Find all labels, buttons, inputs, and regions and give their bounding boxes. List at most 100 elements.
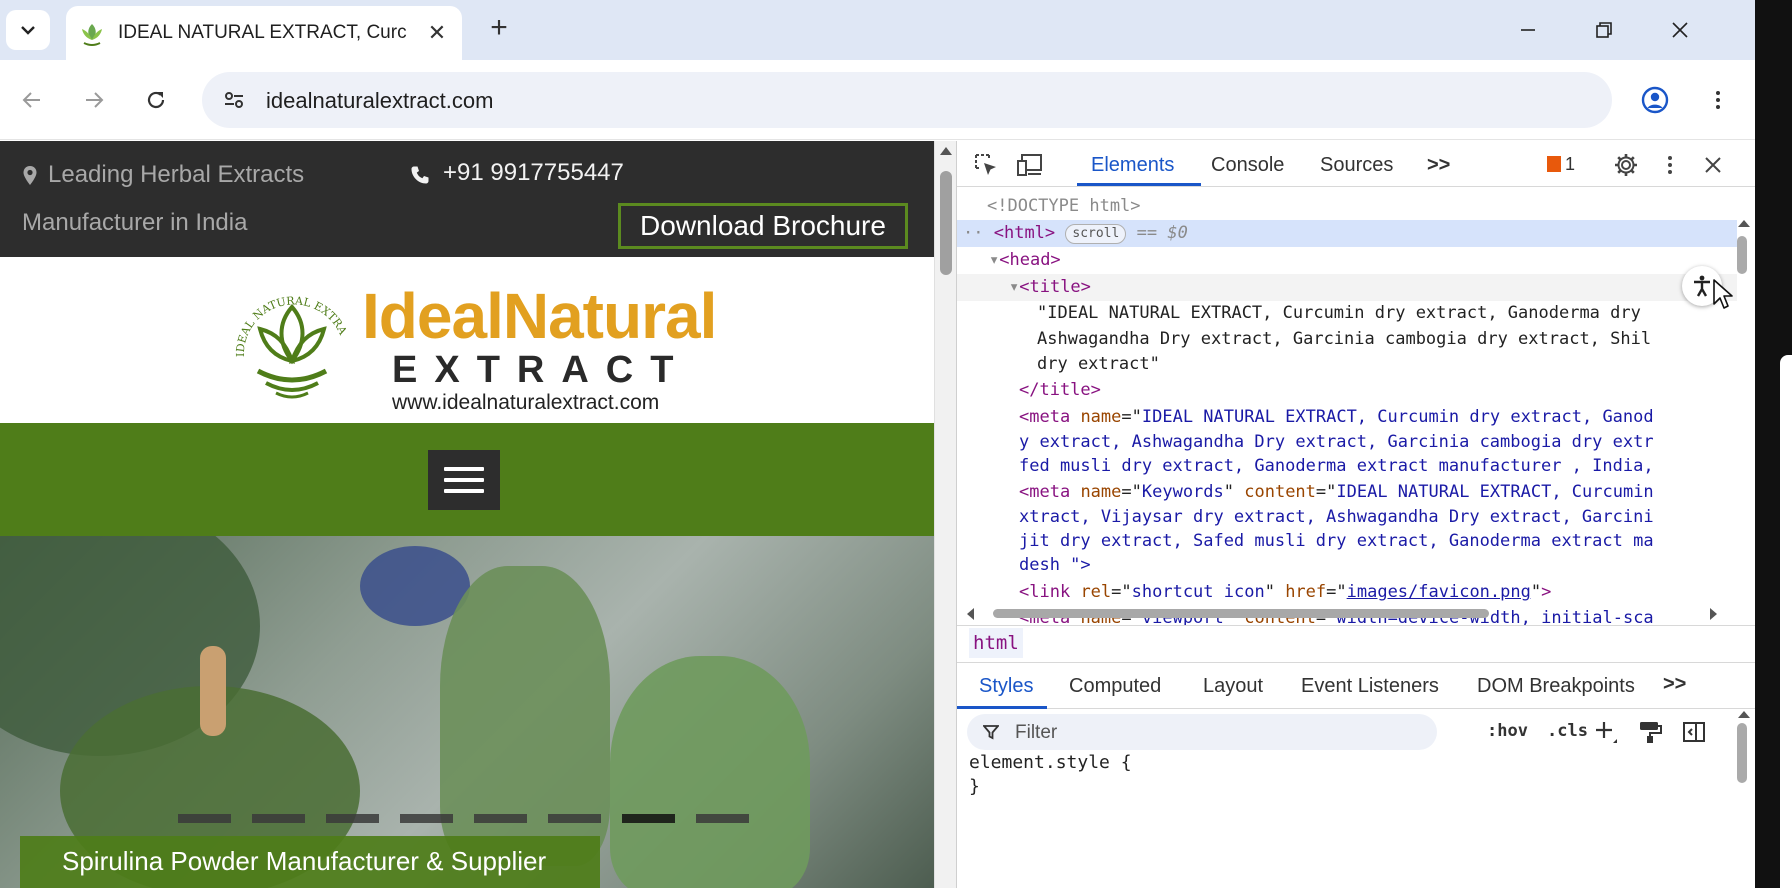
slider-dot[interactable] [548,814,601,823]
tune-icon [225,92,243,108]
browser-tab-active[interactable]: IDEAL NATURAL EXTRACT, Curc ✕ [66,6,462,60]
profile-button[interactable] [1635,80,1675,120]
slider-dot[interactable] [178,814,231,823]
dom-doctype[interactable]: <!DOCTYPE html> [957,193,1737,220]
menu-toggle-button[interactable] [428,450,500,510]
close-icon [1672,22,1688,38]
device-toolbar-button[interactable] [1015,150,1045,180]
dom-attr-value[interactable]: y extract, Ashwagandha Dry extract, Garc… [957,429,1737,456]
site-logo-area[interactable]: IDEAL NATURAL EXTRACT IdealNatural EXTRA… [0,257,934,423]
tab-event-listeners[interactable]: Event Listeners [1301,675,1439,698]
issues-count: 1 [1565,154,1576,174]
devtools-menu-button[interactable] [1655,150,1685,180]
dom-title-text[interactable]: dry extract" [957,351,1737,378]
dom-title-text[interactable]: "IDEAL NATURAL EXTRACT, Curcumin dry ext… [957,300,1737,327]
download-brochure-button[interactable]: Download Brochure [618,203,908,249]
dom-scroll-up-icon[interactable] [1737,218,1751,228]
url-text[interactable]: idealnaturalextract.com [266,88,493,114]
scroll-right-icon[interactable] [1709,607,1719,621]
more-tabs-button[interactable]: >> [1663,673,1686,696]
dom-attr-value: shortcut icon [1131,582,1265,602]
reload-button[interactable] [136,80,176,120]
hero-caption-bar: Spirulina Powder Manufacturer & Supplier [20,836,600,888]
slider-dot[interactable] [252,814,305,823]
toggle-hover-state-button[interactable]: :hov [1487,721,1528,741]
close-devtools-button[interactable] [1698,150,1728,180]
paint-roller-icon[interactable] [1637,719,1663,745]
tab-styles[interactable]: Styles [979,675,1033,698]
styles-filter-input[interactable]: Filter [967,714,1437,750]
styles-scroll-up-icon[interactable] [1737,709,1751,719]
new-tab-button[interactable]: + [480,10,518,48]
slider-dot[interactable] [326,814,379,823]
scroll-up-arrow[interactable] [940,147,952,155]
slider-dot[interactable] [474,814,527,823]
site-info-button[interactable] [216,82,252,118]
element-style-rule[interactable]: element.style { [969,752,1132,773]
restore-button[interactable] [1584,12,1624,48]
devtools-settings-button[interactable] [1611,150,1641,180]
reload-icon [147,91,165,109]
scroll-left-icon[interactable] [965,607,975,621]
dom-meta-name-node[interactable]: <meta name="IDEAL NATURAL EXTRACT, Curcu… [957,404,1737,431]
address-bar[interactable]: idealnaturalextract.com [202,72,1612,128]
dom-attr-value[interactable]: jit dry extract, Safed musli dry extract… [957,528,1737,555]
dom-attr-value: Keywords [1141,482,1224,502]
dom-eq: =" [1121,407,1142,427]
slider-dot[interactable] [696,814,749,823]
new-style-rule-icon[interactable] [1593,719,1619,745]
tab-sources[interactable]: Sources [1320,154,1393,177]
tab-search-button[interactable] [6,10,50,50]
dom-html-node[interactable]: ·· <html> scroll == $0 [957,220,1737,247]
toggle-classes-button[interactable]: .cls [1547,721,1588,741]
phone-number[interactable]: +91 9917755447 [443,159,624,187]
adjacent-window-edge [1780,355,1792,888]
dom-vertical-scroll-thumb[interactable] [1737,236,1747,274]
breadcrumb-html[interactable]: html [969,628,1023,658]
logo-subtitle: EXTRACT [392,349,691,391]
hero-slider[interactable]: Spirulina Powder Manufacturer & Supplier [0,536,934,888]
toggle-sidebar-icon[interactable] [1681,719,1707,745]
styles-scroll-thumb[interactable] [1737,723,1747,783]
tab-computed[interactable]: Computed [1069,675,1161,698]
minimize-button[interactable] [1508,12,1548,48]
dom-horizontal-scroll-thumb[interactable] [993,609,1489,618]
device-icon [1017,154,1042,176]
tab-dom-breakpoints[interactable]: DOM Breakpoints [1477,675,1635,698]
back-button[interactable] [12,80,52,120]
slider-dot[interactable] [400,814,453,823]
account-circle-icon [1641,86,1669,114]
issues-counter[interactable]: 1 [1547,154,1575,175]
tab-layout[interactable]: Layout [1203,675,1263,698]
more-tabs-button[interactable]: >> [1427,154,1450,177]
dom-title-close[interactable]: </title> [957,377,1737,404]
tab-close-icon[interactable]: ✕ [422,18,452,48]
map-pin-icon [23,166,37,185]
arrow-right-icon [86,92,104,108]
dom-attr-value[interactable]: fed musli dry extract, Ganoderma extract… [957,453,1737,480]
dom-title-node[interactable]: ▾<title> [957,274,1737,301]
filter-placeholder: Filter [1015,722,1058,743]
inspect-element-button[interactable] [971,150,1001,180]
scroll-badge[interactable]: scroll [1065,224,1127,244]
tab-elements[interactable]: Elements [1091,154,1174,177]
dom-attr-value[interactable]: xtract, Vijaysar dry extract, Ashwagandh… [957,504,1737,531]
dom-meta-keywords-node[interactable]: <meta name="Keywords" content="IDEAL NAT… [957,479,1737,506]
devtools-panel: Elements Console Sources >> 1 <!DOCTYPE … [956,141,1755,888]
slider-dot[interactable] [622,814,675,823]
tab-console[interactable]: Console [1211,154,1284,177]
dom-link-node[interactable]: <link rel="shortcut icon" href="images/f… [957,579,1737,606]
dom-head-node[interactable]: ▾<head> [957,247,1737,274]
browser-menu-button[interactable] [1698,80,1738,120]
dom-href-link[interactable]: images/favicon.png [1347,582,1531,602]
dom-horizontal-scrollbar[interactable] [957,604,1755,622]
page-scrollbar[interactable] [934,141,956,888]
active-tab-indicator [957,706,1047,709]
page-scroll-thumb[interactable] [940,171,952,275]
dom-tag: <title> [1019,277,1091,297]
forward-button[interactable] [74,80,114,120]
dom-ellipsis: ·· [963,223,984,243]
dom-attr-value[interactable]: desh "> [957,552,1737,579]
close-window-button[interactable] [1660,12,1700,48]
dom-title-text[interactable]: Ashwagandha Dry extract, Garcinia cambog… [957,326,1737,353]
